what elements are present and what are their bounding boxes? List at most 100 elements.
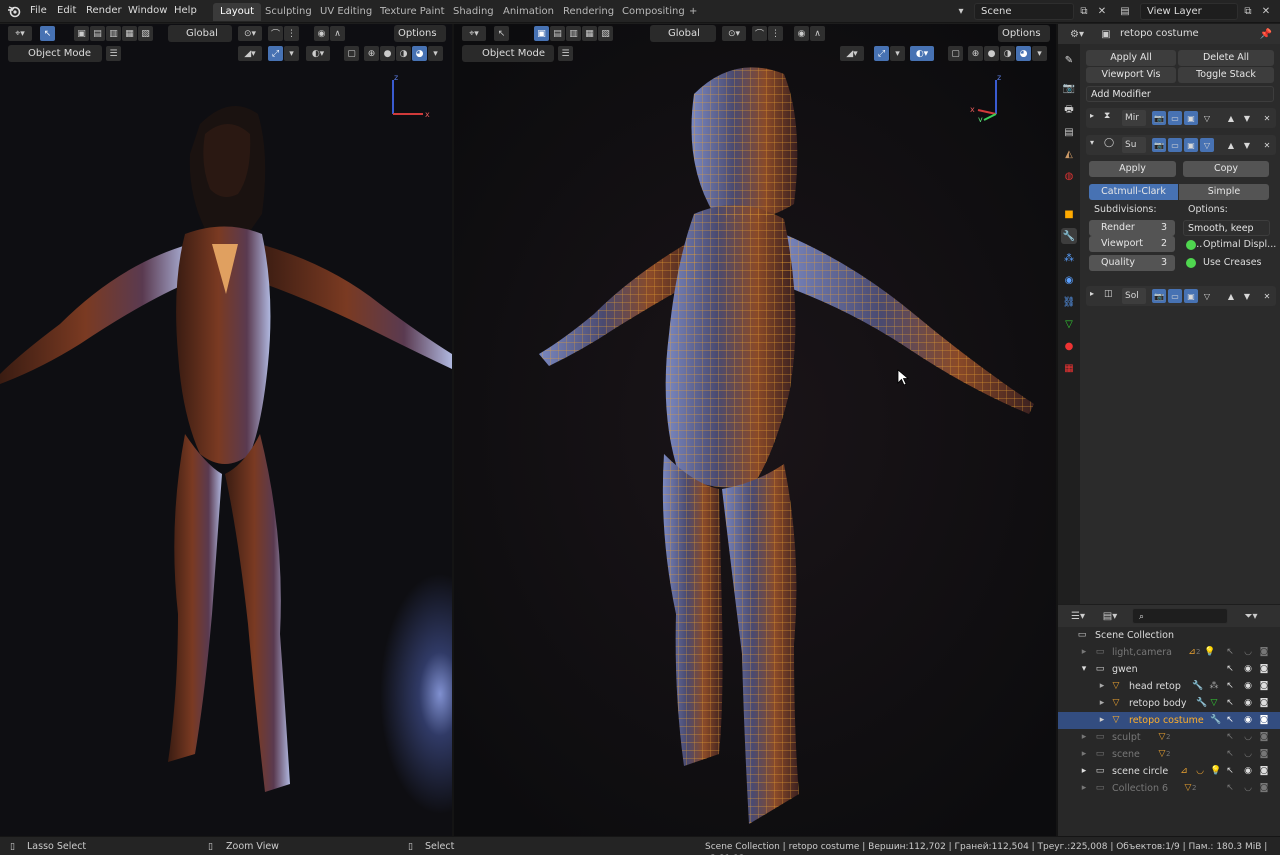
- viewport-toggle-icon[interactable]: ▭: [1168, 111, 1182, 125]
- transform-orientation-dropdown[interactable]: Global: [650, 25, 716, 42]
- mesh-data-tab-icon[interactable]: ▽: [1061, 316, 1077, 332]
- tab-shading[interactable]: Shading: [446, 3, 501, 21]
- gizmo-icon[interactable]: ⤢: [268, 46, 283, 61]
- move-down-icon[interactable]: ▼: [1240, 138, 1254, 152]
- xray-icon[interactable]: ▢: [344, 46, 359, 61]
- select-arrow-icon[interactable]: ↖: [1224, 680, 1236, 692]
- editor-type-icon[interactable]: ⌖▾: [8, 26, 32, 41]
- object-mode-dropdown[interactable]: Object Mode: [8, 45, 102, 62]
- expand-icon[interactable]: ▸: [1090, 111, 1094, 120]
- render-toggle-icon[interactable]: ▣: [1184, 289, 1198, 303]
- editmode-toggle-icon[interactable]: 📷: [1152, 138, 1166, 152]
- eye-icon[interactable]: ◉: [1242, 697, 1254, 709]
- render-levels-field[interactable]: Render 3: [1089, 220, 1175, 236]
- modifier-name-field[interactable]: Su: [1122, 137, 1146, 153]
- collapse-icon[interactable]: ▾: [1078, 663, 1090, 675]
- add-workspace-button[interactable]: +: [682, 3, 704, 21]
- select-tool-icon[interactable]: ↖: [494, 26, 509, 41]
- catmull-clark-option[interactable]: Catmull-Clark: [1089, 184, 1178, 200]
- expand-icon[interactable]: ▸: [1078, 782, 1090, 794]
- menu-edit[interactable]: Edit: [57, 4, 76, 18]
- shading-material-icon[interactable]: ◑: [396, 46, 411, 61]
- snap-target-icon[interactable]: ⋮: [768, 26, 783, 41]
- filter-icon[interactable]: ⏷▾: [1238, 608, 1264, 624]
- add-modifier-dropdown[interactable]: Add Modifier: [1086, 86, 1274, 102]
- physics-tab-icon[interactable]: ◉: [1061, 272, 1077, 288]
- simple-option[interactable]: Simple: [1179, 184, 1269, 200]
- outliner-row-retopo-costume[interactable]: ▸ ▽ retopo costume 🔧 ↖ ◉ ◙: [1058, 712, 1280, 729]
- tab-sculpting[interactable]: Sculpting: [258, 3, 319, 21]
- outliner-row-collection-6[interactable]: ▸ ▭ Collection 6 ▽ 2 ↖ ◡ ◙: [1058, 780, 1280, 797]
- viewport-left[interactable]: ⌖▾ ↖ ▣ ▤ ▥ ▦ ▧ Global ⊙▾ ⌒ ⋮ ◉ ∧ Options…: [0, 24, 452, 836]
- select-arrow-icon[interactable]: ↖: [1224, 663, 1236, 675]
- view-object-types-icon[interactable]: ◢▾: [238, 46, 262, 61]
- copy-layer-icon[interactable]: ⧉: [1240, 3, 1256, 19]
- menu-window[interactable]: Window: [128, 4, 167, 18]
- display-mode-icon[interactable]: ▤▾: [1098, 608, 1122, 624]
- pivot-point-icon[interactable]: ⊙▾: [722, 26, 746, 41]
- outliner-row-scene[interactable]: ▸ ▭ scene ▽ 2 ↖ ◡ ◙: [1058, 746, 1280, 763]
- expand-icon[interactable]: ▸: [1096, 680, 1108, 692]
- options-dropdown[interactable]: Options: [998, 25, 1050, 42]
- eye-icon[interactable]: ◉: [1242, 765, 1254, 777]
- render-camera-icon[interactable]: ◙: [1258, 782, 1270, 794]
- select-mode-subtract-icon[interactable]: ▥: [566, 26, 581, 41]
- select-mode-invert-icon[interactable]: ▦: [582, 26, 597, 41]
- object-tab-icon[interactable]: ■: [1061, 206, 1077, 222]
- tab-rendering[interactable]: Rendering: [556, 3, 621, 21]
- tab-texture-paint[interactable]: Texture Paint: [373, 3, 452, 21]
- menu-file[interactable]: File: [30, 4, 47, 18]
- select-mode-intersect-icon[interactable]: ▧: [598, 26, 613, 41]
- close-icon[interactable]: ✕: [1094, 3, 1110, 19]
- outliner-row-scene-collection[interactable]: ▭ Scene Collection: [1058, 627, 1280, 644]
- view-layer-field[interactable]: View Layer: [1140, 3, 1238, 20]
- cage-toggle-icon[interactable]: ▽: [1200, 289, 1214, 303]
- select-arrow-icon[interactable]: ↖: [1224, 714, 1236, 726]
- render-camera-icon[interactable]: ◙: [1258, 765, 1270, 777]
- select-mode-new-icon[interactable]: ▣: [534, 26, 549, 41]
- gizmo-dropdown-icon[interactable]: ▾: [284, 46, 299, 61]
- modifier-mirror-panel[interactable]: ▸ ⧗ Mir 📷 ▭ ▣ ▽ ▲ ▼ ✕: [1086, 108, 1276, 128]
- viewport-vis-button[interactable]: Viewport Vis: [1086, 67, 1176, 83]
- select-arrow-icon[interactable]: ↖: [1224, 731, 1236, 743]
- expand-icon[interactable]: ▸: [1078, 765, 1090, 777]
- render-camera-icon[interactable]: ◙: [1258, 680, 1270, 692]
- optimal-display-checkbox[interactable]: [1186, 240, 1196, 250]
- apply-all-button[interactable]: Apply All: [1086, 50, 1176, 66]
- hide-icon[interactable]: ◡: [1242, 731, 1254, 743]
- render-camera-icon[interactable]: ◙: [1258, 697, 1270, 709]
- eye-icon[interactable]: ◉: [1242, 680, 1254, 692]
- move-down-icon[interactable]: ▼: [1240, 289, 1254, 303]
- render-toggle-icon[interactable]: ▣: [1184, 138, 1198, 152]
- editor-type-icon[interactable]: ⌖▾: [462, 26, 486, 41]
- shading-solid-icon[interactable]: ●: [380, 46, 395, 61]
- world-tab-icon[interactable]: ◍: [1061, 168, 1077, 184]
- tab-compositing[interactable]: Compositing: [615, 3, 692, 21]
- outliner-row-light-camera[interactable]: ▸ ▭ light,camera ⊿ 2 💡 ↖ ◡ ◙: [1058, 644, 1280, 661]
- tab-animation[interactable]: Animation: [496, 3, 561, 21]
- tab-uv-editing[interactable]: UV Editing: [313, 3, 379, 21]
- snap-target-icon[interactable]: ⋮: [284, 26, 299, 41]
- select-mode-extend-icon[interactable]: ▤: [90, 26, 105, 41]
- modifier-tab-icon[interactable]: 🔧: [1061, 228, 1077, 244]
- scene-browse-icon[interactable]: ▾: [950, 3, 972, 19]
- uv-smooth-dropdown[interactable]: Smooth, keep c...: [1183, 220, 1270, 250]
- outliner-row-head-retop[interactable]: ▸ ▽ head retop 🔧 ⁂ ↖ ◉ ◙: [1058, 678, 1280, 695]
- outliner-row-gwen[interactable]: ▾ ▭ gwen ↖ ◉ ◙: [1058, 661, 1280, 678]
- delete-all-button[interactable]: Delete All: [1178, 50, 1274, 66]
- overlays-icon[interactable]: ◐▾: [306, 46, 330, 61]
- shading-wireframe-icon[interactable]: ⊕: [364, 46, 379, 61]
- menu-render[interactable]: Render: [86, 4, 122, 18]
- proportional-edit-icon[interactable]: ◉: [314, 26, 329, 41]
- viewport-levels-field[interactable]: Viewport 2: [1089, 236, 1175, 252]
- modifier-name-field[interactable]: Sol: [1122, 288, 1146, 304]
- constraints-tab-icon[interactable]: ⛓: [1061, 294, 1077, 310]
- modifier-solidify-panel[interactable]: ▸ ◫ Sol 📷 ▭ ▣ ▽ ▲ ▼ ✕: [1086, 286, 1276, 306]
- view-layer-tab-icon[interactable]: ▤: [1061, 124, 1077, 140]
- shading-rendered-icon[interactable]: ◕: [412, 46, 427, 61]
- editor-type-icon[interactable]: ☰▾: [1066, 608, 1090, 624]
- cage-toggle-icon[interactable]: ▽: [1200, 138, 1214, 152]
- falloff-icon[interactable]: ∧: [810, 26, 825, 41]
- render-camera-icon[interactable]: ◙: [1258, 646, 1270, 658]
- hamburger-menu-icon[interactable]: ☰: [106, 46, 121, 61]
